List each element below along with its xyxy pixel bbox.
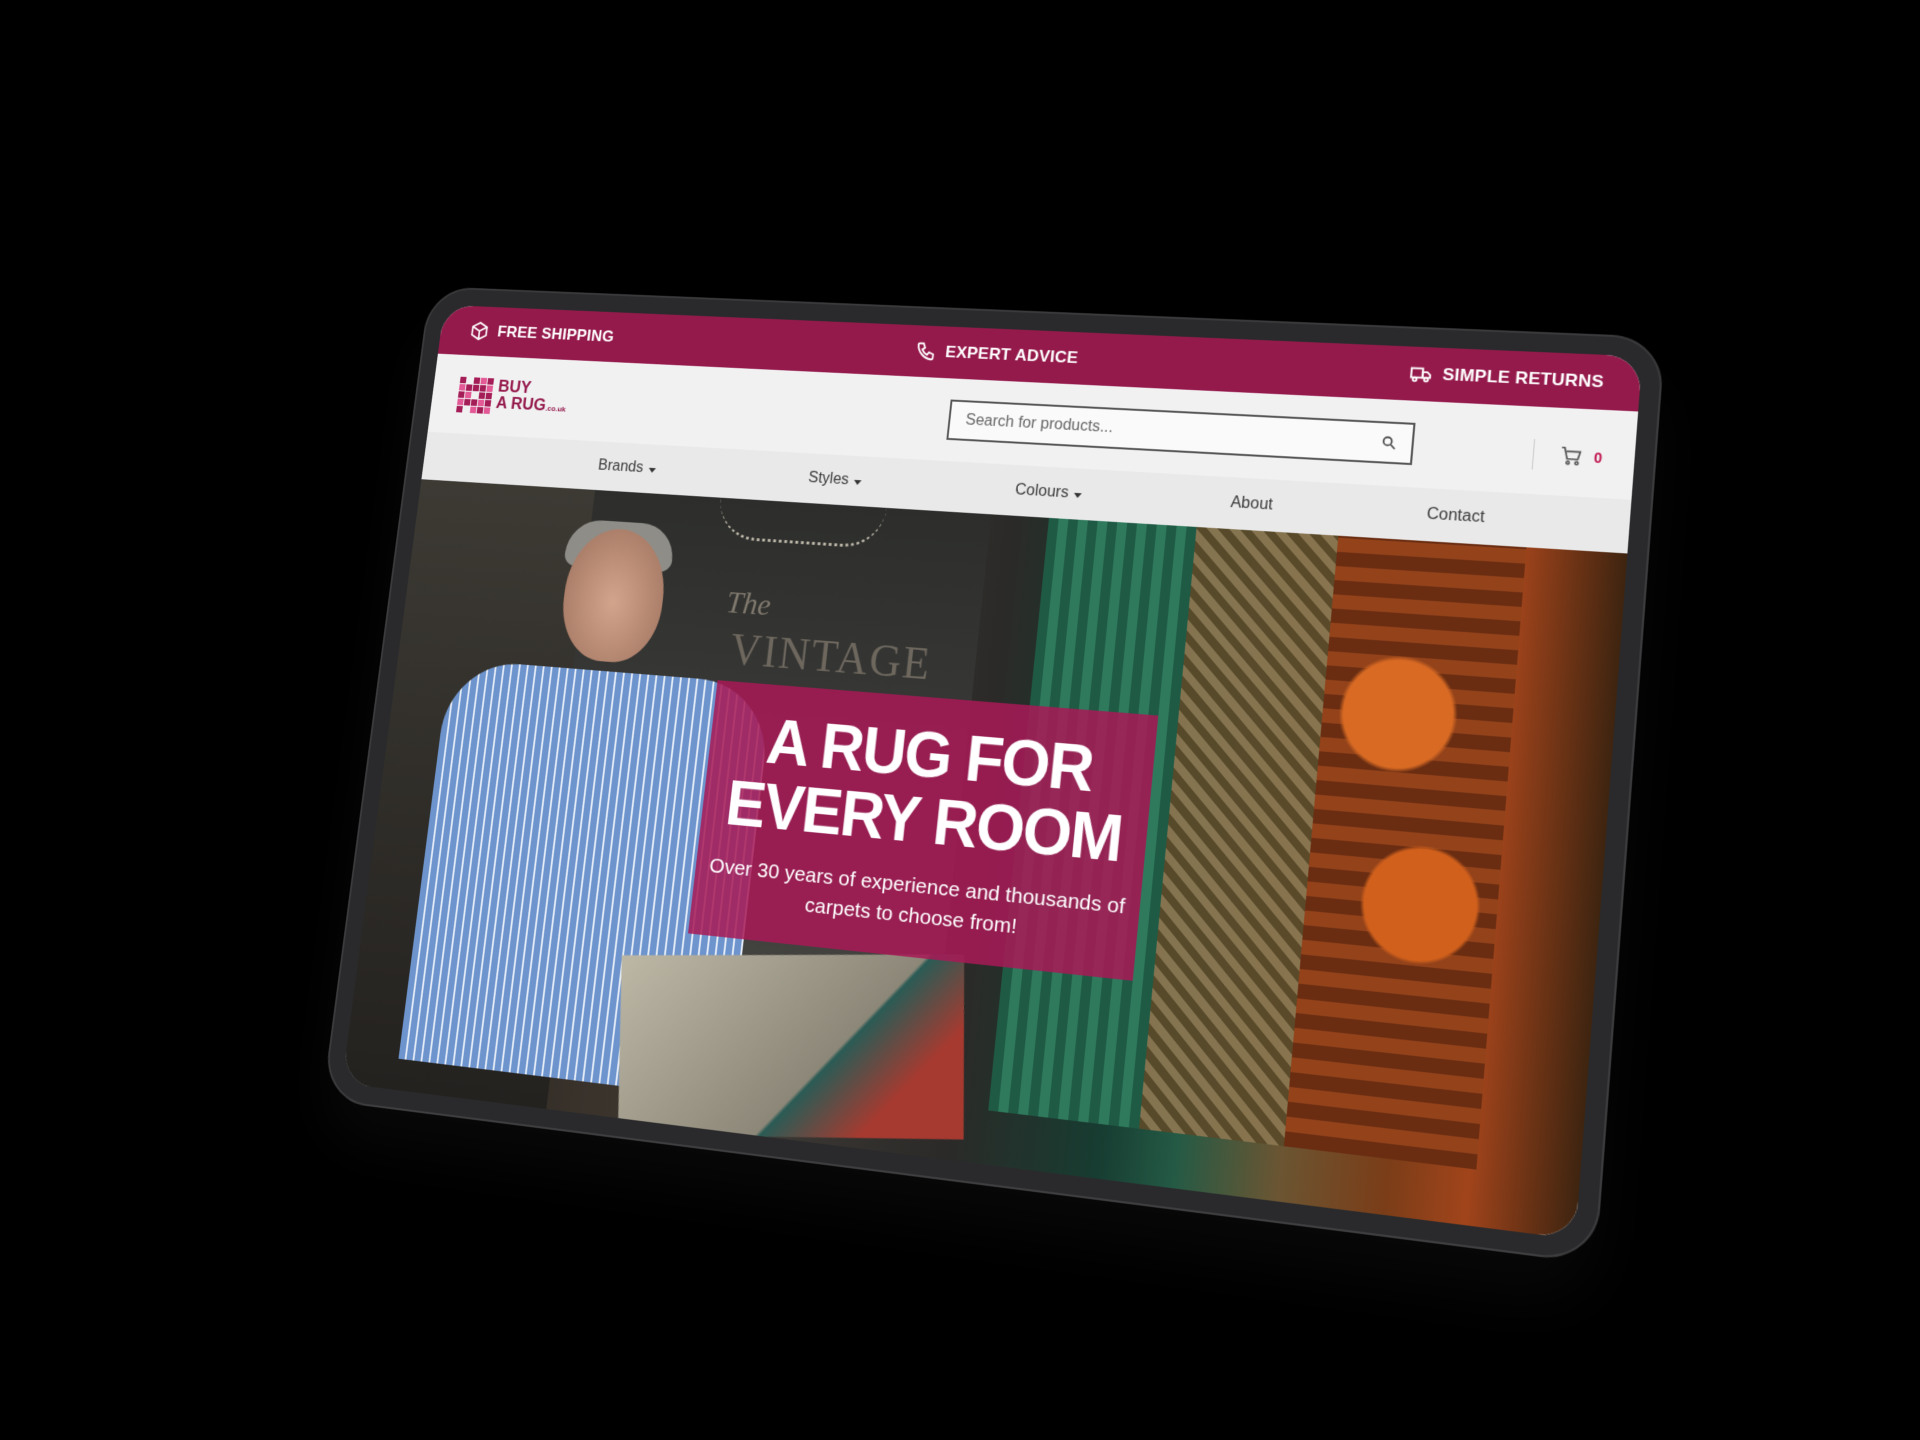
search-input[interactable]: [962, 410, 1382, 453]
promo-returns-label: SIMPLE RETURNS: [1441, 364, 1605, 392]
caret-down-icon: [1073, 492, 1083, 499]
tablet-frame: FREE SHIPPING EXPERT ADVICE SIMPLE RETUR…: [324, 288, 1664, 1262]
nav-item-label: Styles: [807, 469, 850, 489]
nav-item-about[interactable]: About: [1230, 494, 1274, 514]
nav-item-label: Contact: [1426, 505, 1486, 527]
nav-item-label: Colours: [1014, 481, 1070, 502]
nav-item-styles[interactable]: Styles: [807, 470, 862, 490]
promo-simple-returns: SIMPLE RETURNS: [1409, 362, 1605, 393]
logo-mark: [456, 376, 495, 414]
promo-free-shipping: FREE SHIPPING: [469, 321, 615, 348]
promo-advice-label: EXPERT ADVICE: [944, 342, 1079, 367]
phone-icon: [914, 340, 937, 362]
cart-divider: [1531, 439, 1536, 470]
cart-count: 0: [1593, 449, 1603, 467]
nav-item-colours[interactable]: Colours: [1014, 482, 1083, 504]
truck-icon: [1409, 362, 1434, 385]
site-logo[interactable]: BUY A RUG.co.uk: [456, 376, 724, 427]
promo-expert-advice: EXPERT ADVICE: [914, 340, 1079, 368]
nav-item-label: About: [1229, 494, 1274, 514]
caret-down-icon: [853, 479, 862, 486]
cart-icon[interactable]: [1559, 445, 1584, 469]
hero-banner: The VINTAGE A RUG FOR EVERY ROOM Over 30…: [342, 479, 1628, 1240]
search-box: [946, 399, 1416, 466]
logo-line-2: A RUG: [495, 393, 548, 415]
box-icon: [469, 321, 490, 342]
logo-text: BUY A RUG.co.uk: [495, 377, 570, 418]
held-rug-sample: [617, 954, 965, 1140]
promo-shipping-label: FREE SHIPPING: [496, 322, 616, 346]
cart[interactable]: 0: [1531, 439, 1604, 473]
nav-item-label: Brands: [597, 457, 645, 476]
hero-overlay: A RUG FOR EVERY ROOM Over 30 years of ex…: [688, 680, 1159, 981]
search-icon[interactable]: [1380, 434, 1398, 451]
nav-item-brands[interactable]: Brands: [597, 457, 657, 477]
caret-down-icon: [648, 467, 656, 473]
nav-item-contact[interactable]: Contact: [1426, 506, 1485, 528]
website-screen: FREE SHIPPING EXPERT ADVICE SIMPLE RETUR…: [342, 304, 1643, 1240]
hero-headline: A RUG FOR EVERY ROOM: [722, 706, 1131, 876]
logo-suffix: .co.uk: [544, 404, 567, 414]
